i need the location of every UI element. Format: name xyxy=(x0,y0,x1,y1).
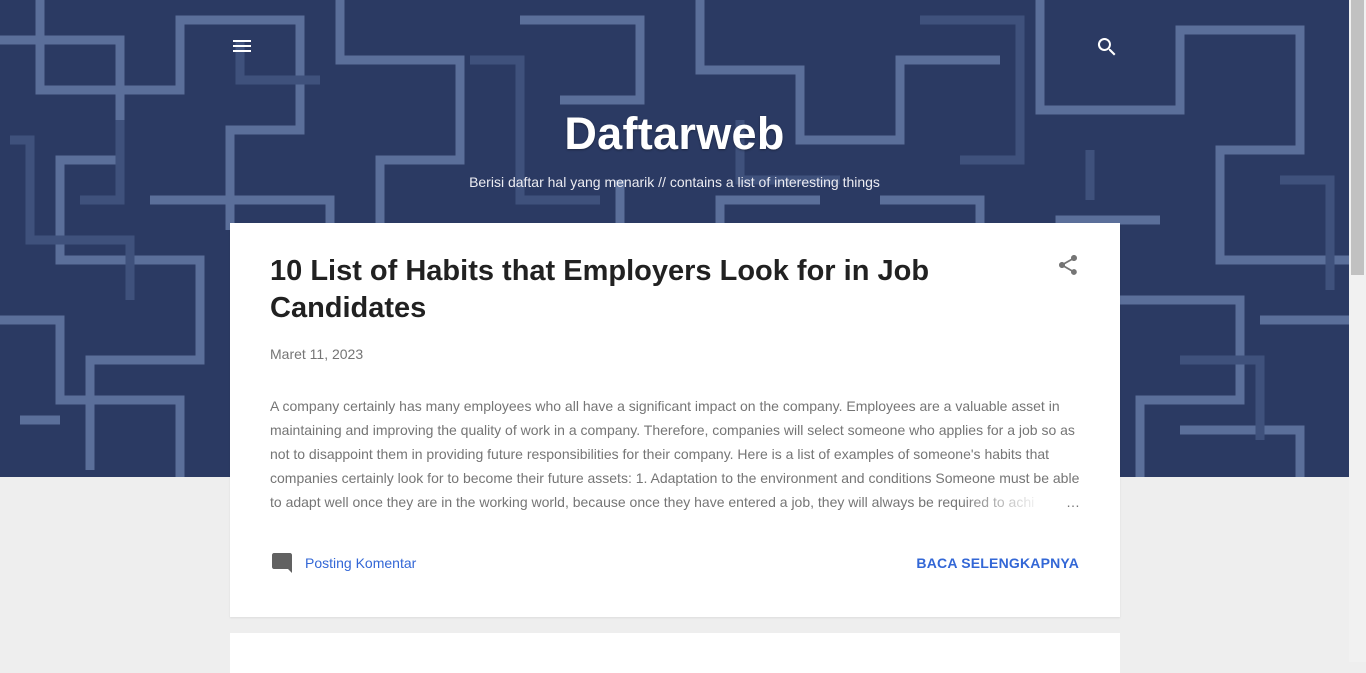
site-title[interactable]: Daftarweb xyxy=(0,108,1349,160)
search-button[interactable] xyxy=(1095,35,1119,59)
search-icon xyxy=(1097,38,1116,56)
read-more-link[interactable]: BACA SELENGKAPNYA xyxy=(916,555,1079,571)
menu-icon xyxy=(233,40,251,52)
comment-link-label: Posting Komentar xyxy=(305,555,417,571)
post-snippet: A company certainly has many employees w… xyxy=(270,394,1080,514)
comment-icon xyxy=(272,553,292,573)
site-description: Berisi daftar hal yang menarik // contai… xyxy=(469,174,880,190)
comment-link[interactable]: Posting Komentar xyxy=(270,551,416,575)
post-title[interactable]: 10 List of Habits that Employers Look fo… xyxy=(270,253,1010,327)
menu-button[interactable] xyxy=(230,34,254,58)
scrollbar-thumb[interactable] xyxy=(1351,0,1364,275)
scrollbar[interactable] xyxy=(1349,0,1366,662)
snippet-fade xyxy=(960,490,1080,514)
post-card: 10 List of Habits that Employers Look fo… xyxy=(230,223,1120,617)
post-date[interactable]: Maret 11, 2023 xyxy=(270,346,363,362)
snippet-ellipsis: … xyxy=(1066,494,1080,510)
post-snippet-text: A company certainly has many employees w… xyxy=(270,398,1080,510)
share-icon xyxy=(1059,255,1077,275)
next-post-card xyxy=(230,633,1120,673)
share-button[interactable] xyxy=(1056,253,1080,277)
